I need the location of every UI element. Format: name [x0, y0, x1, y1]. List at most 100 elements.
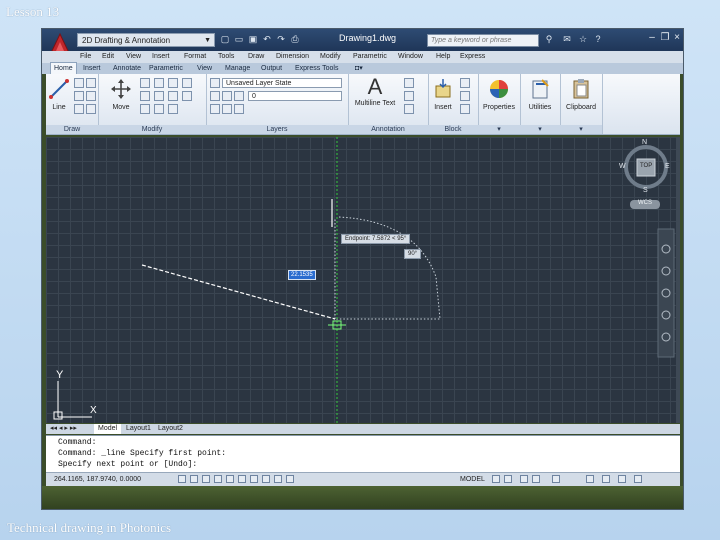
tab-express-tools[interactable]: Express Tools	[292, 63, 341, 74]
dyn-icon[interactable]	[262, 475, 270, 483]
menu-draw[interactable]: Draw	[248, 51, 264, 63]
menu-edit[interactable]: Edit	[102, 51, 114, 63]
panel-label-draw[interactable]: Draw	[46, 125, 98, 134]
save-icon[interactable]: ▣	[248, 34, 258, 44]
close-button[interactable]: ×	[671, 32, 683, 44]
otrack-icon[interactable]	[238, 475, 246, 483]
create-block-icon[interactable]	[460, 78, 470, 88]
polar-icon[interactable]	[214, 475, 222, 483]
clean-screen-icon[interactable]	[634, 475, 642, 483]
viewcube-top-label[interactable]: TOP	[640, 163, 652, 169]
layer-state-select[interactable]: Unsaved Layer State	[222, 78, 342, 88]
zoom-icon[interactable]	[532, 475, 540, 483]
drawing-canvas[interactable]: N S W E TOP WCS Endpoint: 7.5872 < 95° 9…	[46, 137, 680, 423]
command-window[interactable]: Command: Command: _line Specify first po…	[46, 435, 680, 473]
restore-button[interactable]: ❐	[659, 32, 671, 44]
panel-label-annotation[interactable]: Annotation	[348, 125, 428, 134]
utilities-tool[interactable]: Utilities	[522, 78, 558, 111]
model-space-button[interactable]: MODEL	[460, 474, 485, 485]
menu-insert[interactable]: Insert	[152, 51, 170, 63]
status-tray-icon[interactable]	[618, 475, 626, 483]
grid-icon[interactable]	[190, 475, 198, 483]
command-line-3[interactable]: Specify next point or [Undo]:	[58, 460, 197, 469]
hatch-icon[interactable]	[74, 104, 84, 114]
arc-icon[interactable]	[74, 91, 84, 101]
workspace-switch-icon[interactable]	[586, 475, 594, 483]
tab-model[interactable]: Model	[94, 424, 122, 434]
fillet-icon[interactable]	[168, 91, 178, 101]
lightbulb-icon[interactable]	[210, 91, 220, 101]
lineweight-icon[interactable]	[274, 475, 282, 483]
star-icon[interactable]: ☆	[578, 34, 588, 44]
undo-icon[interactable]: ↶	[262, 34, 272, 44]
redo-icon[interactable]: ↷	[276, 34, 286, 44]
rotate-icon[interactable]	[140, 78, 150, 88]
tab-manage[interactable]: Manage	[222, 63, 253, 74]
new-file-icon[interactable]: ▢	[220, 34, 230, 44]
line-tool[interactable]: Line	[48, 78, 70, 111]
copy-icon[interactable]	[140, 91, 150, 101]
menu-tools[interactable]: Tools	[218, 51, 234, 63]
dimension-icon[interactable]	[404, 78, 414, 88]
tab-home[interactable]: Home	[50, 62, 77, 74]
menu-modify[interactable]: Modify	[320, 51, 341, 63]
leader-icon[interactable]	[404, 91, 414, 101]
pan-icon[interactable]	[520, 475, 528, 483]
snap-icon[interactable]	[178, 475, 186, 483]
rectangle-icon[interactable]	[86, 91, 96, 101]
insert-block-tool[interactable]: Insert	[430, 78, 456, 111]
search-input[interactable]: Type a keyword or phrase	[427, 34, 539, 47]
tab-view[interactable]: View	[194, 63, 215, 74]
dynamic-input-field[interactable]: 22.1535	[288, 270, 316, 280]
move-tool[interactable]: Move	[108, 78, 134, 111]
explode-icon[interactable]	[182, 78, 192, 88]
tab-output[interactable]: Output	[258, 63, 285, 74]
multiline-text-tool[interactable]: A Multiline Text	[352, 76, 398, 108]
lock-icon[interactable]	[234, 91, 244, 101]
erase-icon[interactable]	[168, 78, 178, 88]
trim-icon[interactable]	[154, 78, 164, 88]
quick-view-layouts-icon[interactable]	[492, 475, 500, 483]
wcs-menu[interactable]: WCS	[638, 200, 652, 206]
table-icon[interactable]	[404, 104, 414, 114]
tab-layout1[interactable]: Layout1	[126, 424, 151, 434]
layer-select[interactable]: 0	[248, 91, 342, 101]
workspace-select[interactable]: 2D Drafting & Annotation ▼	[77, 33, 215, 47]
layer-match-icon[interactable]	[222, 104, 232, 114]
binoculars-icon[interactable]: ⚲	[544, 34, 554, 44]
edit-block-icon[interactable]	[460, 91, 470, 101]
menu-help[interactable]: Help	[436, 51, 450, 63]
menu-view[interactable]: View	[126, 51, 141, 63]
osnap-icon[interactable]	[226, 475, 234, 483]
ellipse-icon[interactable]	[86, 104, 96, 114]
circle-icon[interactable]	[86, 78, 96, 88]
coordinates-display[interactable]: 264.1165, 187.9740, 0.0000	[54, 474, 141, 485]
mirror-icon[interactable]	[154, 91, 164, 101]
menu-dimension[interactable]: Dimension	[276, 51, 309, 63]
menu-window[interactable]: Window	[398, 51, 423, 63]
panel-label-modify[interactable]: Modify	[98, 125, 206, 134]
panel-label-utilities[interactable]: ▾	[520, 125, 560, 134]
plot-icon[interactable]: ⎙	[290, 34, 300, 44]
menu-parametric[interactable]: Parametric	[353, 51, 387, 63]
panel-label-clipboard[interactable]: ▾	[560, 125, 602, 134]
quick-view-drawings-icon[interactable]	[504, 475, 512, 483]
panel-label-layers[interactable]: Layers	[206, 125, 348, 134]
menu-file[interactable]: File	[80, 51, 91, 63]
ribbon-minimize-icon[interactable]: ◘▾	[352, 63, 366, 74]
ducs-icon[interactable]	[250, 475, 258, 483]
layer-tool-icon[interactable]	[210, 104, 220, 114]
clipboard-tool[interactable]: Clipboard	[562, 78, 600, 111]
layer-previous-icon[interactable]	[234, 104, 244, 114]
lock-toolbar-icon[interactable]	[602, 475, 610, 483]
quick-properties-icon[interactable]	[286, 475, 294, 483]
sun-icon[interactable]	[222, 91, 232, 101]
panel-label-block[interactable]: Block	[428, 125, 478, 134]
annotation-scale-icon[interactable]	[552, 475, 560, 483]
communication-center-icon[interactable]: ✉	[562, 34, 572, 44]
array-icon[interactable]	[168, 104, 178, 114]
tab-parametric[interactable]: Parametric	[146, 63, 186, 74]
attribute-icon[interactable]	[460, 104, 470, 114]
open-icon[interactable]: ▭	[234, 34, 244, 44]
scale-icon[interactable]	[154, 104, 164, 114]
